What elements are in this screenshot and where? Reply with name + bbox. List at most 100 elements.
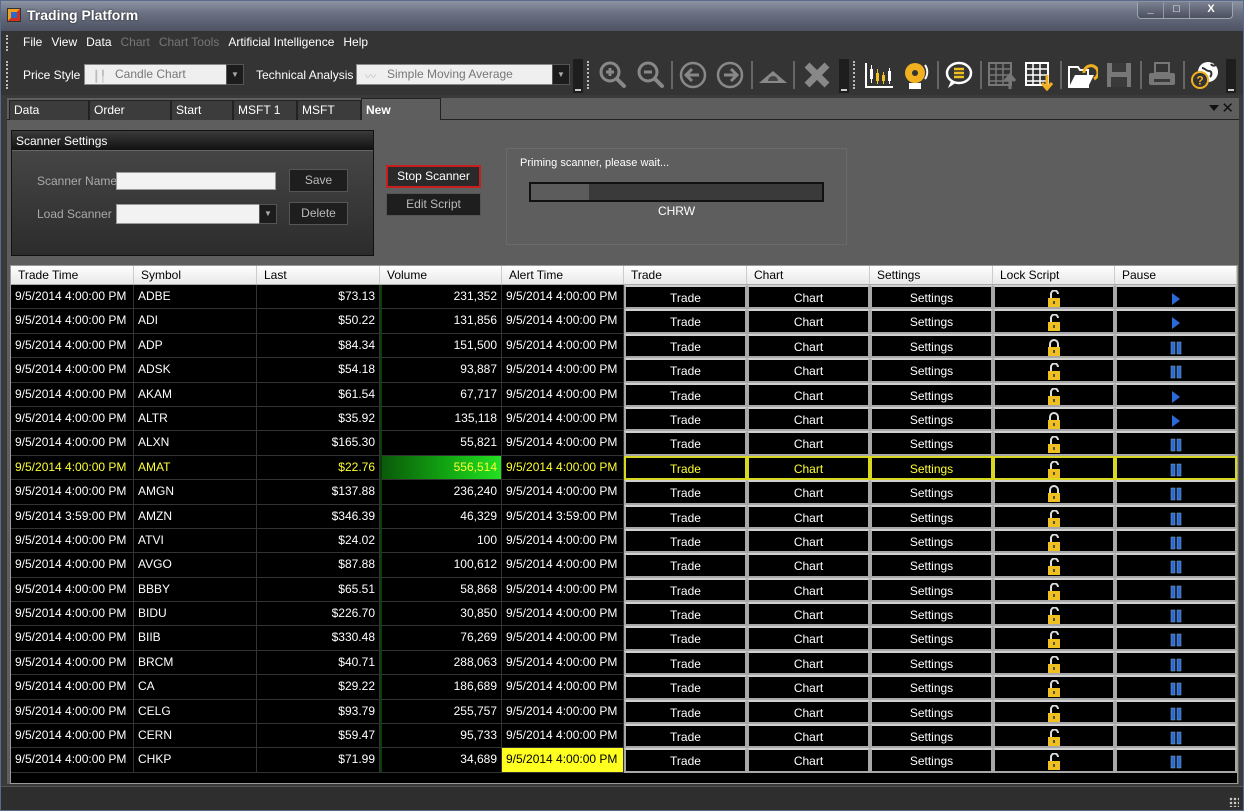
maximize-button[interactable]: □ xyxy=(1164,2,1190,18)
trade-button[interactable]: Trade xyxy=(624,406,747,432)
arrow-right-icon[interactable] xyxy=(714,59,746,91)
pause-toggle-button[interactable] xyxy=(1115,333,1237,359)
trade-button[interactable]: Trade xyxy=(624,455,747,481)
table-row[interactable]: 9/5/2014 4:00:00 PM BIIB $330.48 76,269 … xyxy=(11,626,1237,651)
table-row[interactable]: 9/5/2014 4:00:00 PM CELG $93.79 255,757 … xyxy=(11,699,1237,725)
settings-button[interactable]: Settings xyxy=(870,528,993,554)
trade-button[interactable]: Trade xyxy=(624,577,747,603)
trade-button[interactable]: Trade xyxy=(624,333,747,359)
trade-button[interactable]: Trade xyxy=(624,553,747,578)
settings-button[interactable]: Settings xyxy=(870,431,993,456)
resize-grip[interactable] xyxy=(1229,797,1239,807)
tab-data-manager[interactable]: Data Manager xyxy=(9,100,89,135)
trade-button[interactable]: Trade xyxy=(624,285,747,310)
table-row[interactable]: 9/5/2014 4:00:00 PM ADBE $73.13 231,352 … xyxy=(11,285,1237,310)
pause-toggle-button[interactable] xyxy=(1115,699,1237,725)
column-header-alert-time[interactable]: Alert Time xyxy=(502,266,624,284)
lock-script-button[interactable] xyxy=(993,626,1115,651)
price-style-select[interactable]: ┃╿ Candle Chart ▼ xyxy=(84,64,244,85)
lock-script-button[interactable] xyxy=(993,455,1115,481)
settings-button[interactable]: Settings xyxy=(870,699,993,725)
column-header-trade-time[interactable]: Trade Time xyxy=(11,266,134,284)
pause-toggle-button[interactable] xyxy=(1115,626,1237,651)
pause-toggle-button[interactable] xyxy=(1115,285,1237,310)
pause-toggle-button[interactable] xyxy=(1115,724,1237,749)
chart-button[interactable]: Chart xyxy=(747,528,870,554)
table-row[interactable]: 9/5/2014 4:00:00 PM BRCM $40.71 288,063 … xyxy=(11,650,1237,676)
zoom-out-icon[interactable] xyxy=(635,59,667,91)
table-row[interactable]: 9/5/2014 4:00:00 PM ATVI $24.02 100 9/5/… xyxy=(11,528,1237,554)
chevron-down-icon[interactable]: ▼ xyxy=(226,64,244,85)
candlestick-chart-icon[interactable] xyxy=(863,59,895,91)
column-header-last[interactable]: Last xyxy=(257,266,380,284)
tab-order-manager[interactable]: Order Manager xyxy=(89,100,171,135)
menu-item-view[interactable]: View xyxy=(51,35,77,49)
pause-toggle-button[interactable] xyxy=(1115,480,1237,505)
arrow-left-icon[interactable] xyxy=(677,59,709,91)
chart-button[interactable]: Chart xyxy=(747,553,870,578)
lock-script-button[interactable] xyxy=(993,309,1115,334)
toolbar-overflow[interactable] xyxy=(1226,59,1236,93)
toolbar-grip[interactable] xyxy=(853,61,856,89)
close-tab-icon[interactable]: ✕ xyxy=(1221,99,1234,117)
chart-button[interactable]: Chart xyxy=(747,455,870,481)
settings-button[interactable]: Settings xyxy=(870,602,993,627)
settings-button[interactable]: Settings xyxy=(870,333,993,359)
lock-script-button[interactable] xyxy=(993,382,1115,407)
drawing-tool-icon[interactable] xyxy=(757,59,789,91)
lock-script-button[interactable] xyxy=(993,406,1115,432)
trade-button[interactable]: Trade xyxy=(624,602,747,627)
load-scanner-select[interactable] xyxy=(116,204,260,224)
chart-button[interactable]: Chart xyxy=(747,724,870,749)
delete-button[interactable]: Delete xyxy=(289,202,348,225)
settings-button[interactable]: Settings xyxy=(870,553,993,578)
pause-toggle-button[interactable] xyxy=(1115,504,1237,529)
table-row[interactable]: 9/5/2014 4:00:00 PM AKAM $61.54 67,717 9… xyxy=(11,382,1237,407)
scanner-name-input[interactable] xyxy=(116,172,276,190)
chart-button[interactable]: Chart xyxy=(747,309,870,334)
settings-button[interactable]: Settings xyxy=(870,724,993,749)
lock-script-button[interactable] xyxy=(993,699,1115,725)
chart-button[interactable]: Chart xyxy=(747,626,870,651)
grid-upload-icon[interactable] xyxy=(986,59,1018,91)
pause-toggle-button[interactable] xyxy=(1115,309,1237,334)
table-row[interactable]: 9/5/2014 4:00:00 PM AVGO $87.88 100,612 … xyxy=(11,553,1237,578)
trade-button[interactable]: Trade xyxy=(624,382,747,407)
edit-script-button[interactable]: Edit Script xyxy=(386,193,481,216)
menu-item-data[interactable]: Data xyxy=(86,35,111,49)
tab-start-page[interactable]: Start Page xyxy=(171,100,233,135)
alert-bell-icon[interactable] xyxy=(900,59,932,91)
pause-toggle-button[interactable] xyxy=(1115,382,1237,407)
chart-button[interactable]: Chart xyxy=(747,406,870,432)
table-row[interactable]: 9/5/2014 4:00:00 PM AMGN $137.88 236,240… xyxy=(11,480,1237,505)
pause-toggle-button[interactable] xyxy=(1115,675,1237,700)
trade-button[interactable]: Trade xyxy=(624,650,747,676)
settings-button[interactable]: Settings xyxy=(870,748,993,773)
chart-button[interactable]: Chart xyxy=(747,675,870,700)
chart-button[interactable]: Chart xyxy=(747,699,870,725)
save-button[interactable]: Save xyxy=(289,169,348,192)
chart-button[interactable]: Chart xyxy=(747,333,870,359)
chat-icon[interactable] xyxy=(943,59,975,91)
pause-toggle-button[interactable] xyxy=(1115,650,1237,676)
chart-button[interactable]: Chart xyxy=(747,504,870,529)
pause-toggle-button[interactable] xyxy=(1115,406,1237,432)
table-row[interactable]: 9/5/2014 4:00:00 PM ALTR $35.92 135,118 … xyxy=(11,406,1237,432)
settings-button[interactable]: Settings xyxy=(870,577,993,603)
table-row[interactable]: 9/5/2014 4:00:00 PM CHKP $71.99 34,689 9… xyxy=(11,748,1237,773)
toolbar-overflow[interactable] xyxy=(573,59,583,93)
trade-button[interactable]: Trade xyxy=(624,675,747,700)
table-row[interactable]: 9/5/2014 4:00:00 PM ADP $84.34 151,500 9… xyxy=(11,333,1237,359)
lock-script-button[interactable] xyxy=(993,333,1115,359)
toolbar-overflow[interactable] xyxy=(839,59,849,93)
trade-button[interactable]: Trade xyxy=(624,309,747,334)
chart-button[interactable]: Chart xyxy=(747,358,870,383)
zoom-in-icon[interactable] xyxy=(597,59,629,91)
settings-button[interactable]: Settings xyxy=(870,358,993,383)
pause-toggle-button[interactable] xyxy=(1115,455,1237,481)
chart-button[interactable]: Chart xyxy=(747,480,870,505)
lock-script-button[interactable] xyxy=(993,577,1115,603)
grid-download-icon[interactable] xyxy=(1023,59,1055,91)
toolbar-grip[interactable] xyxy=(587,61,590,89)
table-row[interactable]: 9/5/2014 4:00:00 PM CERN $59.47 95,733 9… xyxy=(11,724,1237,749)
